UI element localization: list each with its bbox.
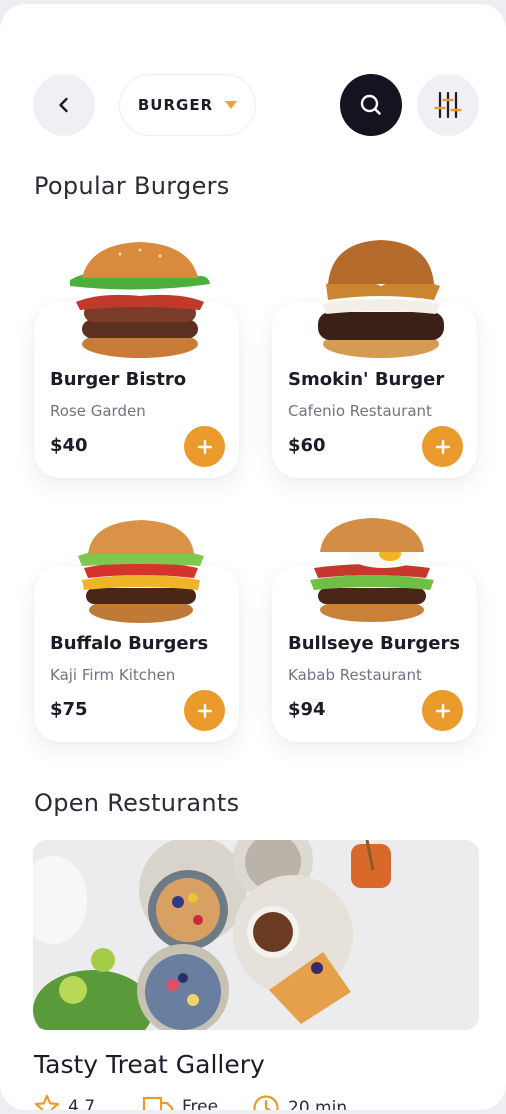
restaurant-rating: 4.7 (34, 1094, 95, 1110)
plus-icon (435, 703, 450, 718)
product-price: $94 (288, 699, 326, 720)
product-price: $40 (50, 435, 88, 456)
delivery-truck-icon (142, 1096, 174, 1110)
product-name: Smokin' Burger (288, 369, 445, 390)
category-dropdown[interactable]: BURGER (119, 74, 256, 136)
category-label: BURGER (137, 96, 214, 114)
restaurant-time: 20 min (252, 1094, 347, 1110)
screen: BURGER Popular Burgers Burger Bistro Ros… (0, 4, 506, 1110)
add-to-cart-button[interactable] (422, 690, 463, 731)
back-button[interactable] (33, 74, 95, 136)
product-restaurant: Kabab Restaurant (288, 666, 422, 684)
product-name: Burger Bistro (50, 369, 187, 390)
plus-icon (435, 439, 450, 454)
search-icon (360, 94, 381, 115)
add-to-cart-button[interactable] (422, 426, 463, 467)
rating-value: 4.7 (68, 1097, 96, 1110)
restaurant-delivery: Free (142, 1094, 218, 1110)
sliders-icon (434, 91, 462, 119)
delivery-value: Free (182, 1097, 219, 1110)
product-name: Bullseye Burgers (288, 633, 461, 654)
clock-icon (253, 1095, 279, 1110)
plus-icon (197, 439, 212, 454)
burger-bistro-image (70, 242, 210, 358)
restaurant-image[interactable] (33, 840, 479, 1030)
product-restaurant: Rose Garden (50, 402, 146, 420)
popular-burgers-heading: Popular Burgers (34, 172, 230, 200)
caret-down-icon (225, 101, 238, 109)
smokin-burger-image (318, 240, 444, 358)
restaurant-name: Tasty Treat Gallery (34, 1050, 265, 1079)
product-name: Buffalo Burgers (50, 633, 209, 654)
food-spread-image (33, 840, 479, 1030)
star-icon (34, 1094, 60, 1110)
product-price: $60 (288, 435, 326, 456)
open-restaurants-heading: Open Resturants (34, 789, 240, 817)
time-value: 20 min (288, 1098, 348, 1110)
bullseye-burger-image (310, 518, 434, 622)
product-restaurant: Cafenio Restaurant (288, 402, 432, 420)
buffalo-burger-image (78, 520, 204, 623)
add-to-cart-button[interactable] (184, 426, 225, 467)
plus-icon (197, 703, 212, 718)
search-button[interactable] (340, 74, 402, 136)
product-price: $75 (50, 699, 88, 720)
add-to-cart-button[interactable] (184, 690, 225, 731)
chevron-left-icon (59, 97, 68, 113)
filter-button[interactable] (417, 74, 479, 136)
product-restaurant: Kaji Firm Kitchen (50, 666, 176, 684)
